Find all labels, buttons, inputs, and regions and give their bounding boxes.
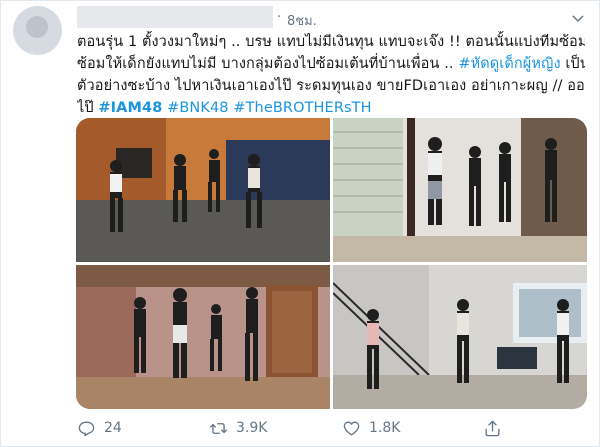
- share-button[interactable]: [483, 415, 502, 441]
- photo-1[interactable]: [76, 118, 330, 262]
- tweet-text: ตอนรุ่น 1 ตั้งวงมาใหม่ๆ .. บรษ แทบไม่มีเ…: [77, 31, 585, 119]
- reply-icon: [78, 420, 95, 436]
- redacted-user-name[interactable]: [77, 6, 273, 28]
- separator-dot: ·: [277, 10, 282, 25]
- photo-4[interactable]: [333, 265, 587, 409]
- reply-button[interactable]: 24: [77, 415, 122, 441]
- tweet-actions: 24 3.9K 1.8K: [77, 415, 577, 441]
- retweet-button[interactable]: 3.9K: [209, 415, 267, 441]
- hashtag-link-bnk48[interactable]: #BNK48: [167, 100, 229, 116]
- retweet-count: 3.9K: [236, 420, 268, 436]
- like-button[interactable]: 1.8K: [342, 415, 400, 441]
- heart-icon: [343, 420, 360, 436]
- media-grid: [76, 118, 587, 409]
- hashtag-link-brothers[interactable]: #TheBROTHERsTH: [233, 100, 371, 116]
- hashtag-link-iam48[interactable]: #IAM48: [98, 100, 162, 116]
- like-count: 1.8K: [369, 420, 401, 436]
- share-icon: [485, 420, 500, 436]
- photo-3[interactable]: [76, 265, 330, 409]
- tweet-text-line-1: ตอนรุ่น 1 ตั้งวงมาใหม่ๆ .. บรษ แทบไม่มีเ…: [77, 34, 585, 50]
- retweet-icon: [209, 422, 228, 434]
- reply-count: 24: [104, 420, 122, 436]
- hashtag-link-girls[interactable]: #หัดดูเด็กผู้หญิง: [458, 56, 560, 72]
- tweet-text-line-2: ซ้อมให้เด็กยังแทบไม่มี บางกลุ่มต้องไปซ้อ…: [77, 53, 585, 75]
- tweet-text-line-4-prefix: ไป๊: [77, 100, 99, 116]
- tweet-text-line-2-suffix: เป็น: [565, 56, 585, 72]
- tweet-card[interactable]: · 8ชม. ตอนรุ่น 1 ตั้งวงมาใหม่ๆ .. บรษ แท…: [0, 0, 600, 447]
- photo-2[interactable]: [333, 118, 587, 262]
- tweet-text-line-2-prefix: ซ้อมให้เด็กยังแทบไม่มี บางกลุ่มต้องไปซ้อ…: [77, 56, 459, 72]
- tweet-text-line-4: ไป๊ #IAM48 #BNK48 #TheBROTHERsTH: [77, 97, 585, 119]
- avatar[interactable]: [13, 6, 62, 55]
- tweet-timestamp[interactable]: 8ชม.: [287, 10, 317, 31]
- tweet-text-line-3: ตัวอย่างซะบ้าง ไปหาเงินเอาเองไป๊ ระดมทุน…: [77, 78, 585, 94]
- chevron-down-icon[interactable]: [570, 11, 586, 27]
